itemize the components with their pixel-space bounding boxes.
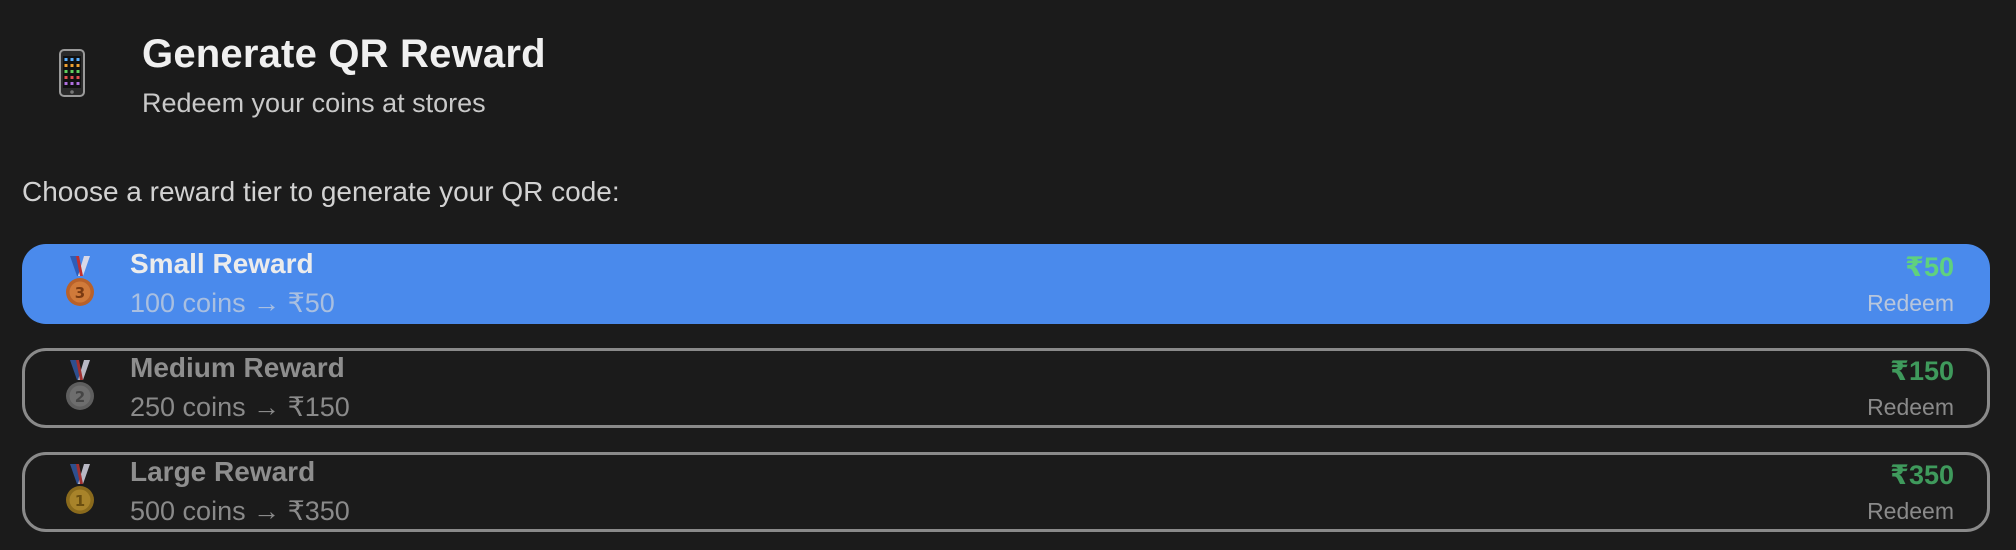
tier-value: ₹350 [1890, 460, 1954, 490]
redeem-label[interactable]: Redeem [1867, 290, 1954, 317]
tier-value: ₹50 [1905, 252, 1954, 282]
redeem-label[interactable]: Redeem [1867, 394, 1954, 421]
redeem-label[interactable]: Redeem [1867, 498, 1954, 525]
reward-tier-medium[interactable]: 2 Medium Reward 250 coins → ₹150 ₹150 Re… [22, 348, 1990, 428]
tier-value: ₹150 [1890, 356, 1954, 386]
bronze-medal-icon: 3 [66, 256, 94, 306]
reward-tier-large[interactable]: 1 Large Reward 500 coins → ₹350 ₹350 Red… [22, 452, 1990, 532]
svg-text:1: 1 [75, 492, 85, 510]
tier-name: Small Reward [130, 248, 314, 279]
header: Generate QR Reward Redeem your coins at … [0, 0, 2016, 150]
svg-text:2: 2 [75, 388, 85, 406]
tier-name: Medium Reward [130, 352, 345, 383]
tier-coins-text: 500 coins → ₹350 [130, 496, 350, 526]
reward-tier-small[interactable]: 3 Small Reward 100 coins → ₹50 ₹50 Redee… [22, 244, 1990, 324]
mobile-phone-icon [59, 49, 85, 97]
tier-name: Large Reward [130, 456, 316, 487]
page-subtitle: Redeem your coins at stores [142, 88, 486, 118]
svg-text:3: 3 [75, 284, 85, 302]
tier-coins-text: 100 coins → ₹50 [130, 288, 335, 318]
silver-medal-icon: 2 [66, 360, 94, 410]
tier-coins-text: 250 coins → ₹150 [130, 392, 350, 422]
page-title: Generate QR Reward [142, 32, 546, 76]
instruction-text: Choose a reward tier to generate your QR… [22, 176, 620, 207]
gold-medal-icon: 1 [66, 464, 94, 514]
